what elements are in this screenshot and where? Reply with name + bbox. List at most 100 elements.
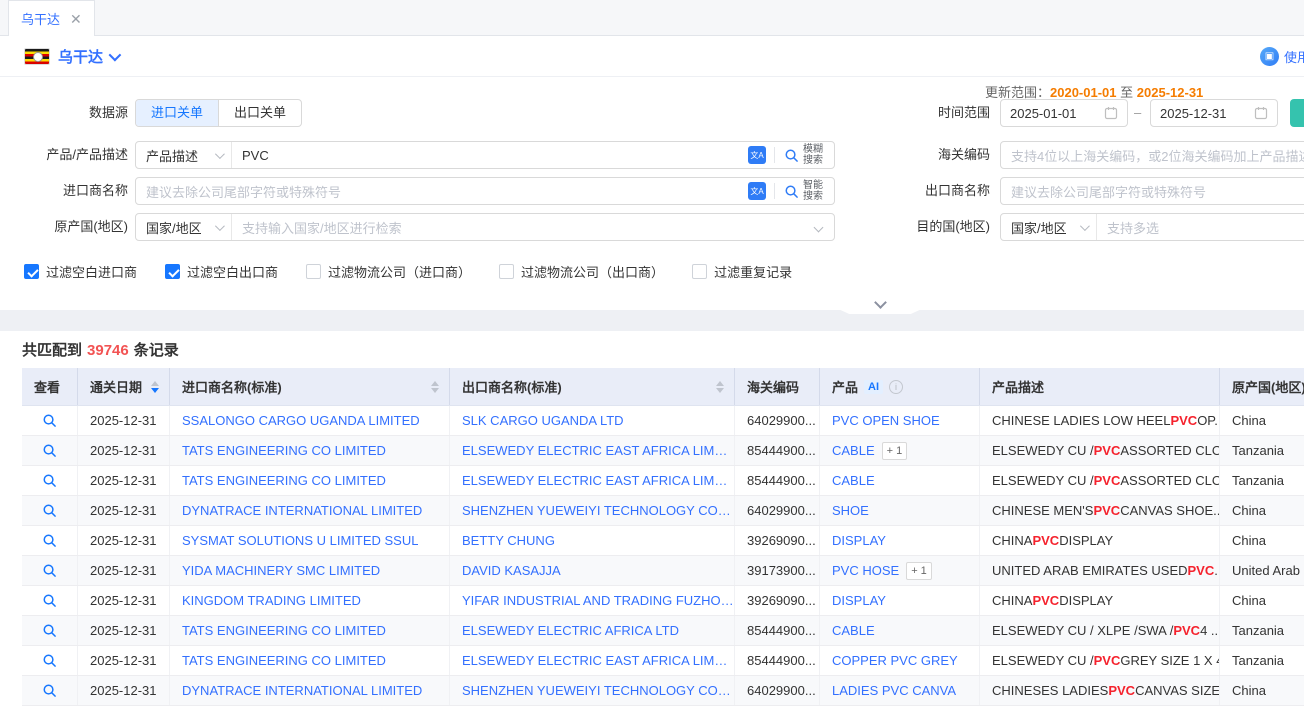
translate-icon[interactable]: 文A (748, 146, 766, 164)
product-field-select[interactable]: 产品描述 (136, 142, 232, 168)
column-header-3[interactable]: 出口商名称(标准) (450, 368, 735, 405)
table-row: 2025-12-31DYNATRACE INTERNATIONAL LIMITE… (22, 496, 1304, 526)
more-products-badge[interactable]: + 1 (906, 562, 932, 580)
calendar-icon (1104, 106, 1118, 120)
product-link[interactable]: SHOE (832, 503, 869, 518)
importer-link[interactable]: DYNATRACE INTERNATIONAL LIMITED (182, 503, 422, 518)
chevron-down-icon (874, 296, 887, 309)
data-source-option-0[interactable]: 进口关单 (136, 100, 218, 126)
chevron-down-icon[interactable] (109, 48, 122, 61)
exporter-link[interactable]: ELSEWEDY ELECTRIC EAST AFRICA LIMTED (462, 443, 734, 458)
exporter-link[interactable]: SLK CARGO UGANDA LTD (462, 413, 624, 428)
view-record-button[interactable] (22, 616, 78, 645)
view-record-button[interactable] (22, 646, 78, 675)
date-to-input[interactable]: 2025-12-31 (1150, 99, 1278, 127)
keyword-highlight: PVC (1173, 623, 1200, 638)
tab-close-icon[interactable]: ✕ (70, 12, 82, 26)
importer-link[interactable]: SYSMAT SOLUTIONS U LIMITED SSUL (182, 533, 418, 548)
product-link[interactable]: LADIES PVC CANVA (832, 683, 956, 698)
exporter-link[interactable]: YIFAR INDUSTRIAL AND TRADING FUZHOU... (462, 593, 734, 608)
collapse-filters-handle[interactable] (810, 296, 950, 314)
view-record-icon (42, 653, 57, 668)
importer-link[interactable]: SSALONGO CARGO UGANDA LIMITED (182, 413, 420, 428)
more-products-badge[interactable]: + 1 (882, 442, 908, 460)
view-record-button[interactable] (22, 676, 78, 705)
hs-code-input[interactable]: 支持4位以上海关编码，或2位海关编码加上产品描述、企 (1001, 146, 1304, 165)
date-to-value: 2025-12-31 (1160, 106, 1227, 121)
data-source-option-1[interactable]: 出口关单 (218, 100, 301, 126)
destination-input[interactable]: 支持多选 (1097, 218, 1304, 237)
cell-hs-code: 85444900... (735, 436, 820, 465)
filter-checkbox-0[interactable]: 过滤空白进口商 (24, 262, 137, 281)
country-title[interactable]: 乌干达 (58, 46, 103, 67)
product-link[interactable]: CABLE (832, 443, 875, 458)
importer-link[interactable]: KINGDOM TRADING LIMITED (182, 593, 361, 608)
checkbox-label: 过滤重复记录 (714, 262, 792, 281)
column-header-5: 产品AIi (820, 368, 980, 405)
view-record-button[interactable] (22, 406, 78, 435)
importer-link[interactable]: YIDA MACHINERY SMC LIMITED (182, 563, 380, 578)
view-record-button[interactable] (22, 526, 78, 555)
importer-link[interactable]: TATS ENGINEERING CO LIMITED (182, 623, 386, 638)
exporter-link[interactable]: DAVID KASAJJA (462, 563, 561, 578)
keyword-highlight: PVC (1093, 503, 1120, 518)
filter-checkbox-3[interactable]: 过滤物流公司（出口商） (499, 262, 664, 281)
exporter-link[interactable]: SHENZHEN YUEWEIYI TECHNOLOGY CO LTD (462, 503, 734, 518)
product-link[interactable]: CABLE (832, 623, 875, 638)
importer-link[interactable]: DYNATRACE INTERNATIONAL LIMITED (182, 683, 422, 698)
sort-control[interactable] (431, 381, 439, 393)
destination-select[interactable]: 国家/地区 (1001, 214, 1097, 240)
filter-checkbox-1[interactable]: 过滤空白出口商 (165, 262, 278, 281)
importer-input[interactable]: 建议去除公司尾部字符或特殊符号 (136, 182, 748, 201)
country-tab[interactable]: 乌干达 ✕ (8, 0, 95, 36)
sort-control[interactable] (151, 381, 159, 393)
view-record-button[interactable] (22, 556, 78, 585)
product-link[interactable]: CABLE (832, 473, 875, 488)
cell-product: PVC HOSE + 1 (820, 556, 980, 585)
view-record-button[interactable] (22, 496, 78, 525)
chevron-down-icon[interactable] (814, 222, 824, 232)
importer-link[interactable]: TATS ENGINEERING CO LIMITED (182, 653, 386, 668)
checkbox-label: 过滤空白进口商 (46, 262, 137, 281)
column-header-2[interactable]: 进口商名称(标准) (170, 368, 450, 405)
keyword-highlight: PVC (1094, 443, 1121, 458)
action-button-clipped[interactable] (1290, 99, 1304, 127)
origin-input[interactable]: 支持输入国家/地区进行检索 (232, 218, 815, 237)
exporter-input[interactable]: 建议去除公司尾部字符或特殊符号 (1001, 182, 1304, 201)
exporter-link[interactable]: SHENZHEN YUEWEIYI TECHNOLOGY CO LTD (462, 683, 734, 698)
keyword-highlight: PVC (1094, 653, 1121, 668)
product-link[interactable]: COPPER PVC GREY (832, 653, 958, 668)
help-link[interactable]: ▣ 使用教程 (1260, 47, 1304, 66)
translate-icon[interactable]: 文A (748, 182, 766, 200)
view-record-button[interactable] (22, 586, 78, 615)
checkbox-label: 过滤空白出口商 (187, 262, 278, 281)
exporter-link[interactable]: ELSEWEDY ELECTRIC EAST AFRICA LIMTED (462, 653, 734, 668)
exporter-label: 出口商名称 (870, 177, 990, 205)
column-header-1[interactable]: 通关日期 (78, 368, 170, 405)
importer-link[interactable]: TATS ENGINEERING CO LIMITED (182, 473, 386, 488)
importer-link[interactable]: TATS ENGINEERING CO LIMITED (182, 443, 386, 458)
cell-exporter: SHENZHEN YUEWEIYI TECHNOLOGY CO LTD (450, 496, 735, 525)
product-link[interactable]: PVC OPEN SHOE (832, 413, 940, 428)
smart-search-button[interactable]: 智能搜索 (775, 178, 834, 204)
fuzzy-search-button[interactable]: 模糊搜索 (775, 142, 834, 168)
product-link[interactable]: DISPLAY (832, 533, 886, 548)
view-record-button[interactable] (22, 466, 78, 495)
exporter-link[interactable]: ELSEWEDY ELECTRIC EAST AFRICA LIMTED (462, 473, 734, 488)
sort-control[interactable] (716, 381, 724, 393)
product-link[interactable]: PVC HOSE (832, 563, 899, 578)
cell-importer: KINGDOM TRADING LIMITED (170, 586, 450, 615)
filter-checkbox-4[interactable]: 过滤重复记录 (692, 262, 792, 281)
product-input[interactable]: PVC (232, 148, 748, 163)
table-row: 2025-12-31SYSMAT SOLUTIONS U LIMITED SSU… (22, 526, 1304, 556)
app-header: 乌干达 (0, 36, 1304, 76)
exporter-link[interactable]: ELSEWEDY ELECTRIC AFRICA LTD (462, 623, 679, 638)
filter-checkbox-2[interactable]: 过滤物流公司（进口商） (306, 262, 471, 281)
product-link[interactable]: DISPLAY (832, 593, 886, 608)
origin-select[interactable]: 国家/地区 (136, 214, 232, 240)
view-record-button[interactable] (22, 436, 78, 465)
date-from-input[interactable]: 2025-01-01 (1000, 99, 1128, 127)
exporter-link[interactable]: BETTY CHUNG (462, 533, 555, 548)
info-icon[interactable]: i (889, 380, 903, 394)
keyword-highlight: PVC (1032, 533, 1059, 548)
